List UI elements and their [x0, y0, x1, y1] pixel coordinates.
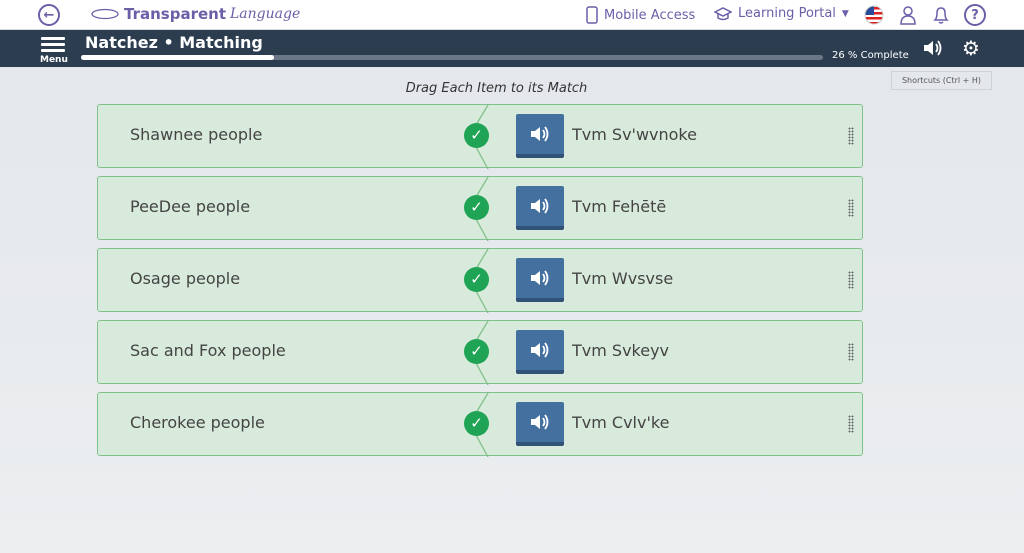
speaker-icon	[531, 342, 549, 358]
right-item-label[interactable]: Tvm Cvlv'ke	[572, 413, 669, 432]
match-row: Sac and Fox people ✓ Tvm Svkeyv	[97, 320, 863, 385]
speaker-icon	[531, 270, 549, 286]
caret-down-icon: ▼	[841, 8, 849, 19]
drag-handle-icon[interactable]	[848, 343, 854, 361]
check-icon: ✓	[464, 123, 489, 148]
logo-text-italic: Language	[230, 6, 301, 22]
graduation-cap-icon	[714, 6, 732, 20]
left-item-label: Shawnee people	[130, 125, 263, 144]
logo-swoosh-icon	[91, 8, 119, 20]
audio-play-button[interactable]	[516, 186, 564, 230]
back-button[interactable]: ←	[38, 4, 60, 26]
left-item-label: Osage people	[130, 269, 241, 288]
match-row: Cherokee people ✓ Tvm Cvlv'ke	[97, 392, 863, 457]
instructions: Drag Each Item to its Match	[405, 81, 588, 96]
sound-toggle-icon[interactable]	[922, 38, 944, 62]
speaker-icon	[531, 198, 549, 214]
drag-handle-icon[interactable]	[848, 415, 854, 433]
menu-label: Menu	[40, 55, 68, 65]
audio-play-button[interactable]	[516, 258, 564, 302]
menu-button[interactable]: Menu	[40, 34, 68, 65]
right-item-label[interactable]: Tvm Wvsvse	[572, 269, 673, 288]
logo[interactable]: Transparent Language	[90, 5, 300, 23]
audio-play-button[interactable]	[516, 402, 564, 446]
settings-gear-icon[interactable]: ⚙	[962, 38, 980, 58]
audio-play-button[interactable]	[516, 114, 564, 158]
match-row: Shawnee people ✓ Tvm Sv'wvnoke	[97, 104, 863, 169]
speaker-icon	[531, 126, 549, 142]
right-item-label[interactable]: Tvm Fehētē	[572, 197, 666, 216]
drag-handle-icon[interactable]	[848, 271, 854, 289]
check-icon: ✓	[464, 411, 489, 436]
check-icon: ✓	[464, 339, 489, 364]
progress-fill	[81, 55, 274, 60]
user-icon[interactable]	[897, 4, 919, 26]
match-row: Osage people ✓ Tvm Wvsvse	[97, 248, 863, 313]
left-item-label: PeeDee people	[130, 197, 251, 216]
right-item-label[interactable]: Tvm Svkeyv	[572, 341, 669, 360]
us-flag-icon[interactable]	[863, 4, 885, 26]
lesson-title: Natchez • Matching	[85, 33, 263, 52]
drag-handle-icon[interactable]	[848, 127, 854, 145]
left-item-label: Cherokee people	[130, 413, 265, 432]
mobile-access-label: Mobile Access	[604, 7, 696, 23]
top-nav: ← Transparent Language Mobile Access Lear…	[0, 0, 1024, 30]
progress-label: 26 % Complete	[832, 50, 909, 61]
right-item-label[interactable]: Tvm Sv'wvnoke	[572, 125, 697, 144]
match-row: PeeDee people ✓ Tvm Fehētē	[97, 176, 863, 241]
help-icon[interactable]: ?	[964, 4, 986, 26]
phone-icon	[586, 6, 598, 24]
speaker-icon	[531, 414, 549, 430]
logo-text: Transparent	[124, 5, 226, 23]
bell-icon[interactable]	[930, 4, 952, 26]
drag-handle-icon[interactable]	[848, 199, 854, 217]
mobile-access-link[interactable]: Mobile Access	[586, 6, 695, 24]
learning-portal-label: Learning Portal	[738, 6, 836, 21]
progress-bar	[81, 55, 823, 60]
check-icon: ✓	[464, 195, 489, 220]
left-item-label: Sac and Fox people	[130, 341, 286, 360]
audio-play-button[interactable]	[516, 330, 564, 374]
check-icon: ✓	[464, 267, 489, 292]
learning-portal-dropdown[interactable]: Learning Portal ▼	[714, 6, 849, 21]
